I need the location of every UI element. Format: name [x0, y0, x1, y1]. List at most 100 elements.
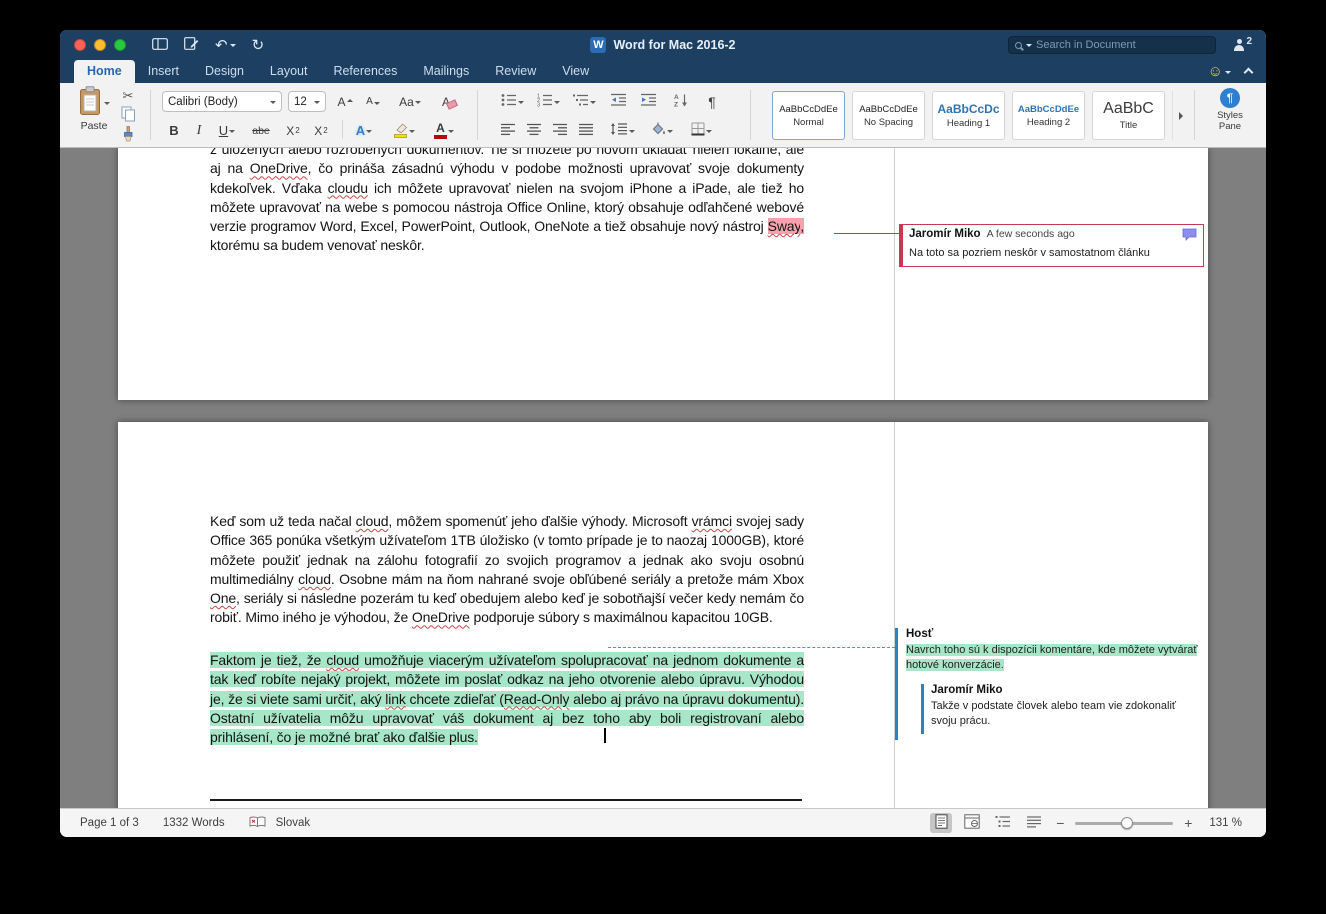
- styles-pane-button[interactable]: ¶ Styles Pane: [1200, 88, 1260, 144]
- tab-insert[interactable]: Insert: [135, 60, 192, 83]
- titlebar[interactable]: ↶ ↻ W Word for Mac 2016-2 2: [60, 30, 1266, 60]
- zoom-slider[interactable]: [1075, 816, 1173, 830]
- align-left-button[interactable]: [496, 120, 520, 141]
- paragraph-text[interactable]: z uložených alebo rozrobených dokumentov…: [210, 148, 804, 256]
- collaborators-button[interactable]: 2: [1233, 36, 1252, 52]
- sort-button[interactable]: AZ: [668, 91, 694, 112]
- caret-down-icon: [270, 101, 276, 107]
- style-preview: AaBbC: [1103, 100, 1154, 118]
- page-indicator[interactable]: Page 1 of 3: [80, 817, 139, 829]
- font-size-select[interactable]: 12: [288, 91, 326, 112]
- markup-area-divider: [894, 148, 895, 400]
- close-button[interactable]: [74, 39, 86, 51]
- zoom-out-button[interactable]: −: [1054, 815, 1066, 831]
- increase-indent-button[interactable]: [636, 91, 662, 112]
- comment-card[interactable]: Jaromír Miko A few seconds ago Na toto s…: [899, 224, 1204, 267]
- view-outline-button[interactable]: [992, 813, 1014, 833]
- view-draft-button[interactable]: [1023, 813, 1045, 833]
- status-bar-left: Page 1 of 3 1332 Words Slovak: [60, 816, 310, 831]
- superscript-button[interactable]: X2: [308, 120, 334, 141]
- paragraph-text-highlighted[interactable]: Faktom je tiež, že cloud umožňuje viacer…: [210, 651, 804, 747]
- caret-down-icon: [366, 130, 372, 136]
- undo-button[interactable]: ↶: [215, 38, 236, 53]
- view-web-layout-button[interactable]: [961, 813, 983, 833]
- tab-home[interactable]: Home: [74, 60, 135, 83]
- copy-button[interactable]: [116, 106, 140, 125]
- save-button[interactable]: [184, 37, 199, 53]
- shrink-font-button[interactable]: A: [360, 91, 386, 112]
- comment-reply-card[interactable]: Jaromír Miko Takže v podstate človek ale…: [931, 684, 1203, 728]
- style-preview: AaBbCcDc: [937, 102, 999, 116]
- tab-references[interactable]: References: [320, 60, 410, 83]
- highlight-button[interactable]: [386, 120, 422, 141]
- change-case-button[interactable]: Aa: [394, 91, 426, 112]
- paragraph-text[interactable]: Keď som už teda načal cloud, môžem spome…: [210, 512, 804, 628]
- highlighter-icon: [393, 123, 408, 138]
- decrease-indent-button[interactable]: [606, 91, 632, 112]
- svg-text:A: A: [674, 94, 679, 101]
- paste-button[interactable]: Paste: [70, 86, 118, 145]
- text-effects-button[interactable]: A: [348, 120, 380, 141]
- tab-review[interactable]: Review: [482, 60, 549, 83]
- page-2[interactable]: Keď som už teda načal cloud, môžem spome…: [118, 422, 1208, 808]
- tab-mailings[interactable]: Mailings: [410, 60, 482, 83]
- tab-layout[interactable]: Layout: [257, 60, 321, 83]
- style-title[interactable]: AaBbCTitle: [1092, 91, 1165, 140]
- redo-button[interactable]: ↻: [252, 38, 265, 53]
- horizontal-rule: [210, 799, 802, 801]
- tab-design[interactable]: Design: [192, 60, 257, 83]
- clear-formatting-button[interactable]: A: [432, 91, 460, 112]
- italic-button[interactable]: I: [188, 120, 210, 141]
- align-right-button[interactable]: [548, 120, 572, 141]
- subscript-digit: 2: [295, 126, 299, 135]
- cut-button[interactable]: ✂: [116, 86, 140, 105]
- subscript-button[interactable]: X2: [280, 120, 306, 141]
- numbering-button[interactable]: 123: [532, 91, 564, 112]
- zoom-slider-thumb[interactable]: [1121, 817, 1133, 829]
- proofing-status-icon[interactable]: [249, 816, 266, 831]
- page-1[interactable]: z uložených alebo rozrobených dokumentov…: [118, 148, 1208, 400]
- shading-button[interactable]: [644, 120, 678, 141]
- strikethrough-button[interactable]: abe: [246, 120, 276, 141]
- underline-button[interactable]: U: [212, 120, 242, 141]
- justify-button[interactable]: [574, 120, 598, 141]
- collaborators-count: 2: [1246, 36, 1252, 47]
- sidebar-toggle-button[interactable]: [152, 37, 168, 53]
- collapse-ribbon-button[interactable]: [1245, 63, 1252, 81]
- style-normal[interactable]: AaBbCcDdEeNormal: [772, 91, 845, 140]
- sidebar-icon: [152, 37, 168, 53]
- format-painter-button[interactable]: [116, 126, 140, 145]
- bullets-button[interactable]: [496, 91, 528, 112]
- ribbon: Paste ✂ Calibri (Body) 12 A A Aa A B I U…: [60, 83, 1266, 148]
- style-no-spacing[interactable]: AaBbCcDdEeNo Spacing: [852, 91, 925, 140]
- style-gallery-more-button[interactable]: [1172, 91, 1188, 140]
- align-left-icon: [501, 123, 516, 139]
- fullscreen-button[interactable]: [114, 39, 126, 51]
- caret-down-icon: [667, 130, 673, 136]
- search-input[interactable]: [1036, 39, 1209, 51]
- minimize-button[interactable]: [94, 39, 106, 51]
- grow-font-button[interactable]: A: [332, 91, 358, 112]
- style-heading-2[interactable]: AaBbCcDdEeHeading 2: [1012, 91, 1085, 140]
- document-canvas[interactable]: z uložených alebo rozrobených dokumentov…: [60, 148, 1266, 808]
- bold-button[interactable]: B: [162, 120, 186, 141]
- multilevel-list-button[interactable]: [568, 91, 600, 112]
- tab-view[interactable]: View: [549, 60, 602, 83]
- line-spacing-button[interactable]: [606, 120, 638, 141]
- word-count[interactable]: 1332 Words: [163, 817, 225, 829]
- comment-card[interactable]: Hosť Navrch toho sú k dispozícii komentá…: [906, 628, 1206, 672]
- search-box[interactable]: [1008, 36, 1216, 54]
- view-print-layout-button[interactable]: [930, 813, 952, 833]
- zoom-in-button[interactable]: +: [1182, 815, 1194, 831]
- show-formatting-marks-button[interactable]: ¶: [700, 91, 724, 112]
- align-center-button[interactable]: [522, 120, 546, 141]
- paste-label: Paste: [81, 120, 108, 132]
- language-indicator[interactable]: Slovak: [276, 817, 311, 829]
- comment-bubble-icon[interactable]: [1182, 228, 1197, 244]
- borders-button[interactable]: [684, 120, 718, 141]
- style-heading-1[interactable]: AaBbCcDcHeading 1: [932, 91, 1005, 140]
- zoom-percentage[interactable]: 131 %: [1209, 817, 1242, 829]
- feedback-button[interactable]: ☺: [1208, 64, 1231, 79]
- font-color-button[interactable]: A: [428, 120, 460, 141]
- font-name-select[interactable]: Calibri (Body): [162, 91, 282, 112]
